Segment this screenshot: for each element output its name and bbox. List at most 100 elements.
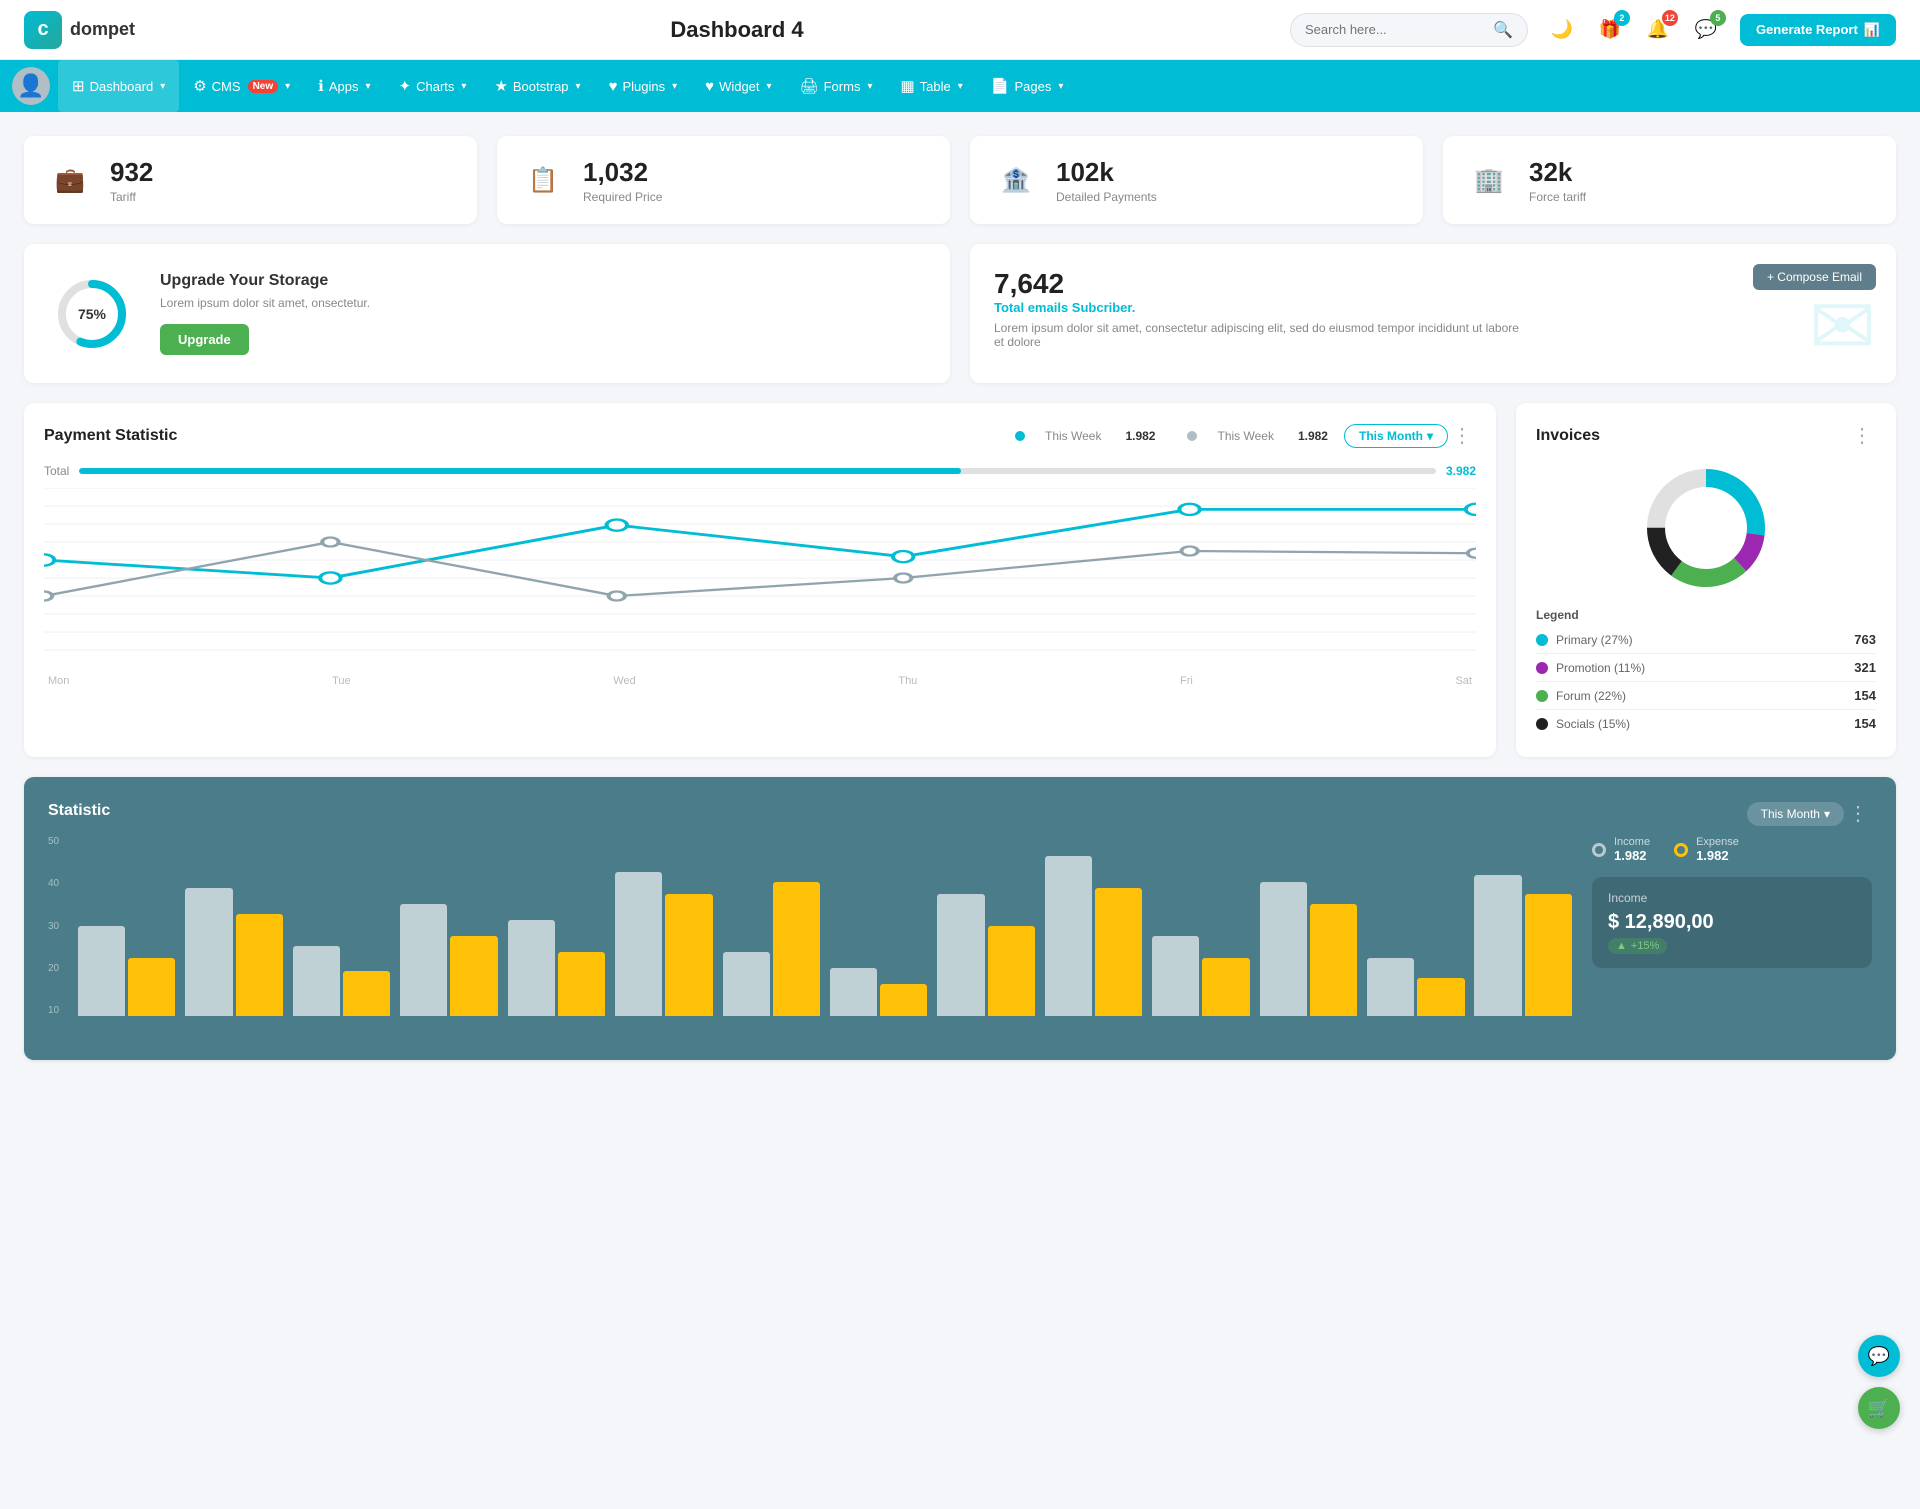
chevron-down-icon-widget: ▾ [767,81,772,92]
generate-report-label: Generate Report [1756,22,1858,37]
x-label-thu: Thu [898,675,917,687]
primary-label: Primary (27%) [1556,633,1846,647]
email-sub-label: Total emails Subcriber. [994,300,1872,315]
bar-group [185,888,282,1016]
income-box: Income $ 12,890,00 ▲ +15% [1592,877,1872,968]
bar-chart-area [78,836,1572,1036]
nav-item-plugins[interactable]: ♥ Plugins ▾ [595,60,692,112]
email-count: 7,642 [994,268,1872,300]
x-label-mon: Mon [48,675,69,687]
upgrade-button[interactable]: Upgrade [160,324,249,355]
email-card: + Compose Email 7,642 Total emails Subcr… [970,244,1896,383]
stat-card-detailed-payments: 🏦 102k Detailed Payments [970,136,1423,224]
required-price-label: Required Price [583,190,662,204]
bar-yellow [773,882,820,1016]
chevron-down-icon-filter: ▾ [1427,429,1433,443]
theme-toggle[interactable]: 🌙 [1544,12,1580,48]
gift-button[interactable]: 🎁 2 [1592,12,1628,48]
search-input[interactable] [1305,22,1485,37]
nav-item-charts[interactable]: ✦ Charts ▾ [385,60,481,112]
nav-plugins-label: Plugins [622,79,665,94]
x-label-fri: Fri [1180,675,1193,687]
this-month-label: This Month [1359,429,1423,443]
statistic-info-panel: Income 1.982 Expense 1.982 Income $ [1592,836,1872,1036]
bar-white [400,904,447,1016]
income-item: Income 1.982 [1592,836,1650,863]
payment-chart-menu-button[interactable]: ⋮ [1448,423,1476,448]
nav-item-apps[interactable]: ℹ Apps ▾ [304,60,384,112]
chart-icon: 📊 [1864,22,1880,38]
detailed-payments-icon: 🏦 [992,156,1040,204]
bell-button[interactable]: 🔔 12 [1640,12,1676,48]
invoice-legend-promotion: Promotion (11%) 321 [1536,654,1876,682]
logo-icon: c [24,11,62,49]
y-label-50: 50 [48,836,73,847]
line-chart-container: Mon Tue Wed Thu Fri Sat [44,488,1476,668]
plugins-icon: ♥ [609,78,618,95]
bar-yellow [558,952,605,1016]
y-label-40: 40 [48,878,73,889]
force-tariff-value: 32k [1529,157,1586,188]
income-dot [1592,843,1606,857]
invoices-card: Invoices ⋮ Legend Primary (27%) 763 [1516,403,1896,757]
nav-item-cms[interactable]: ⚙ CMS New ▾ [179,60,304,112]
bar-yellow [1525,894,1572,1016]
nav-item-widget[interactable]: ♥ Widget ▾ [691,60,785,112]
bar-white [1152,936,1199,1016]
stat-card-required-price: 📋 1,032 Required Price [497,136,950,224]
y-label-30: 30 [48,921,73,932]
search-bar[interactable]: 🔍 [1290,13,1528,47]
legend-label-2: This Week [1217,429,1273,443]
chat-button[interactable]: 💬 5 [1688,12,1724,48]
legend-val-1: 1.982 [1125,429,1155,443]
forum-label: Forum (22%) [1556,689,1846,703]
search-icon[interactable]: 🔍 [1493,20,1513,40]
float-chat-button[interactable]: 💬 [1858,1335,1900,1377]
bar-white [937,894,984,1016]
income-badge: ▲ +15% [1608,938,1667,954]
force-tariff-label: Force tariff [1529,190,1586,204]
charts-icon: ✦ [399,77,412,95]
bar-white [185,888,232,1016]
invoices-menu-button[interactable]: ⋮ [1848,423,1876,448]
nav-item-table[interactable]: ▦ Table ▾ [886,60,976,112]
bar-white [830,968,877,1016]
bar-white [1474,875,1521,1016]
forum-value: 154 [1854,688,1876,703]
bar-yellow [665,894,712,1016]
float-cart-button[interactable]: 🛒 [1858,1387,1900,1429]
income-amount: $ 12,890,00 [1608,911,1856,934]
nav-item-dashboard[interactable]: ⊞ Dashboard ▾ [58,60,179,112]
statistic-month-label: This Month [1761,807,1820,821]
statistic-month-button[interactable]: This Month ▾ [1747,802,1844,826]
stat-card-force-tariff: 🏢 32k Force tariff [1443,136,1896,224]
x-label-tue: Tue [332,675,351,687]
chevron-down-icon-charts: ▾ [461,81,466,92]
bar-white [293,946,340,1016]
page-title: Dashboard 4 [200,17,1274,43]
chevron-down-icon-forms: ▾ [867,81,872,92]
storage-title: Upgrade Your Storage [160,272,370,290]
primary-dot [1536,634,1548,646]
storage-card: 75% Upgrade Your Storage Lorem ipsum dol… [24,244,950,383]
force-tariff-info: 32k Force tariff [1529,157,1586,204]
user-avatar: 👤 [12,67,50,105]
nav-item-forms[interactable]: 🖨 Forms ▾ [786,60,887,112]
topbar: c dompet Dashboard 4 🔍 🌙 🎁 2 🔔 12 💬 5 Ge… [0,0,1920,60]
nav-item-bootstrap[interactable]: ★ Bootstrap ▾ [480,60,594,112]
bar-yellow [450,936,497,1016]
detailed-payments-info: 102k Detailed Payments [1056,157,1157,204]
float-buttons: 💬 🛒 [1858,1335,1900,1429]
generate-report-button[interactable]: Generate Report 📊 [1740,14,1896,46]
bar-yellow [1095,888,1142,1016]
nav-widget-label: Widget [719,79,759,94]
pages-icon: 📄 [991,77,1010,95]
line-chart-svg [44,488,1476,668]
nav-item-pages[interactable]: 📄 Pages ▾ [977,60,1078,112]
statistic-menu-button[interactable]: ⋮ [1844,801,1872,826]
bar-white [1045,856,1092,1016]
invoice-donut-svg [1636,458,1776,598]
bar-y-axis: 10 20 30 40 50 [48,836,73,1016]
this-month-button[interactable]: This Month ▾ [1344,424,1448,448]
bell-badge: 12 [1662,10,1678,26]
